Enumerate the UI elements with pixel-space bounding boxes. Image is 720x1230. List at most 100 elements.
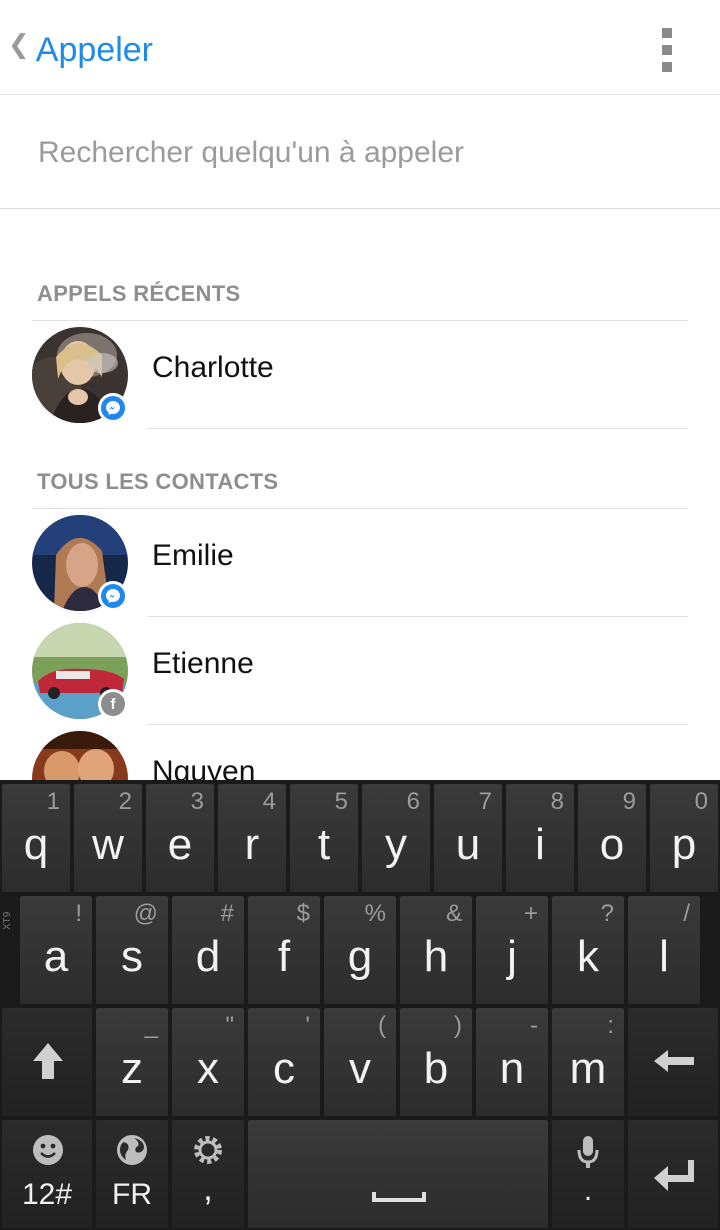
key-hint: ? — [600, 900, 614, 927]
contact-row-charlotte[interactable]: Charlotte — [0, 321, 720, 429]
key-hint: _ — [144, 1012, 158, 1039]
key-hint: 2 — [118, 788, 132, 815]
key-u[interactable]: 7u — [434, 784, 502, 892]
key-e[interactable]: 3e — [146, 784, 214, 892]
messenger-badge-icon — [98, 581, 128, 611]
contact-row-etienne[interactable]: f Etienne — [0, 617, 720, 725]
key-label: b — [423, 1044, 449, 1093]
backspace-key[interactable] — [628, 1008, 718, 1116]
key-label: k — [577, 932, 599, 981]
key-label: f — [277, 932, 291, 981]
key-y[interactable]: 6y — [362, 784, 430, 892]
key-j[interactable]: + j — [476, 896, 548, 1004]
key-hint: 4 — [262, 788, 276, 815]
enter-key[interactable] — [628, 1120, 718, 1228]
key-label: y — [385, 820, 407, 869]
key-hint: 9 — [622, 788, 636, 815]
key-i[interactable]: 8i — [506, 784, 574, 892]
key-hint: 8 — [550, 788, 564, 815]
key-label: h — [423, 932, 449, 981]
key-a[interactable]: ! a — [20, 896, 92, 1004]
key-label: o — [599, 820, 625, 869]
key-x[interactable]: " x — [172, 1008, 244, 1116]
key-hint: ( — [378, 1012, 386, 1039]
search-bar — [0, 96, 720, 209]
key-s[interactable]: @ s — [96, 896, 168, 1004]
mic-icon — [577, 1136, 599, 1168]
space-icon — [372, 1192, 426, 1202]
key-b[interactable]: ) b — [400, 1008, 472, 1116]
symbols-key[interactable]: 12# — [2, 1120, 92, 1228]
key-label: u — [455, 820, 481, 869]
key-hint: & — [445, 900, 462, 927]
key-p[interactable]: 0p — [650, 784, 718, 892]
key-label: r — [244, 820, 260, 869]
key-v[interactable]: (v — [324, 1008, 396, 1116]
key-q[interactable]: 1q — [2, 784, 70, 892]
period-key[interactable]: . — [552, 1120, 624, 1228]
key-label: j — [507, 932, 517, 981]
key-h[interactable]: & h — [400, 896, 472, 1004]
key-hint: 1 — [46, 788, 60, 815]
comma-key[interactable]: , — [172, 1120, 244, 1228]
key-hint: % — [364, 900, 386, 927]
key-hint: / — [683, 900, 690, 927]
divider — [148, 428, 688, 429]
backspace-icon — [654, 1050, 694, 1072]
key-hint: 0 — [694, 788, 708, 815]
key-hint: @ — [133, 900, 158, 927]
key-c[interactable]: ' c — [248, 1008, 320, 1116]
key-label: s — [121, 932, 143, 981]
on-screen-keyboard: XT9 1 q 2 w 3 e 4 r 5 t 6 y 7 u 8 i 9 o 0 p! a @ s # d $ f% g & h + j? k… — [0, 780, 720, 1230]
key-w[interactable]: 2w — [74, 784, 142, 892]
chevron-left-icon: ❮ — [8, 29, 30, 59]
contact-row-emilie[interactable]: Emilie — [0, 509, 720, 617]
key-label: q — [23, 820, 49, 869]
key-t[interactable]: 5t — [290, 784, 358, 892]
symbols-label: 12# — [21, 1178, 73, 1211]
key-r[interactable]: 4r — [218, 784, 286, 892]
key-d[interactable]: # d — [172, 896, 244, 1004]
key-n[interactable]: -n — [476, 1008, 548, 1116]
gear-icon — [194, 1136, 222, 1164]
key-f[interactable]: $ f — [248, 896, 320, 1004]
contact-name: Emilie — [152, 539, 234, 572]
page-title: Appeler — [35, 30, 153, 69]
comma-label: , — [203, 1170, 213, 1208]
shift-icon — [33, 1043, 63, 1079]
key-z[interactable]: _ z — [96, 1008, 168, 1116]
key-k[interactable]: ? k — [552, 896, 624, 1004]
section-title-recent: APPELS RÉCENTS — [37, 281, 241, 306]
overflow-menu-icon[interactable] — [656, 26, 680, 74]
messenger-badge-icon — [98, 393, 128, 423]
section-title-all-contacts: TOUS LES CONTACTS — [37, 469, 279, 494]
key-hint: # — [220, 900, 234, 927]
key-label: e — [167, 820, 193, 869]
key-m[interactable]: :m — [552, 1008, 624, 1116]
contact-name: Charlotte — [152, 351, 274, 384]
space-key[interactable] — [248, 1120, 548, 1228]
key-hint: 7 — [478, 788, 492, 815]
key-hint: + — [523, 900, 538, 927]
shift-key[interactable] — [2, 1008, 92, 1116]
key-hint: ' — [305, 1012, 310, 1039]
key-label: g — [347, 932, 373, 981]
key-label: v — [349, 1044, 371, 1093]
t9-indicator: XT9 — [2, 911, 13, 930]
search-input[interactable] — [38, 126, 678, 180]
period-label: . — [583, 1174, 593, 1207]
key-g[interactable]: % g — [324, 896, 396, 1004]
language-label: FR — [112, 1178, 152, 1211]
key-hint: 5 — [334, 788, 348, 815]
language-key[interactable]: FR — [96, 1120, 168, 1228]
key-label: t — [317, 820, 331, 869]
key-label: x — [197, 1044, 219, 1093]
key-label: w — [92, 820, 124, 869]
key-hint: - — [530, 1012, 538, 1039]
back-button[interactable]: ❮ Appeler — [8, 28, 153, 72]
key-o[interactable]: 9o — [578, 784, 646, 892]
key-hint: $ — [296, 900, 310, 927]
key-label: m — [569, 1044, 607, 1093]
key-l[interactable]: / l — [628, 896, 700, 1004]
key-hint: ! — [75, 900, 82, 927]
